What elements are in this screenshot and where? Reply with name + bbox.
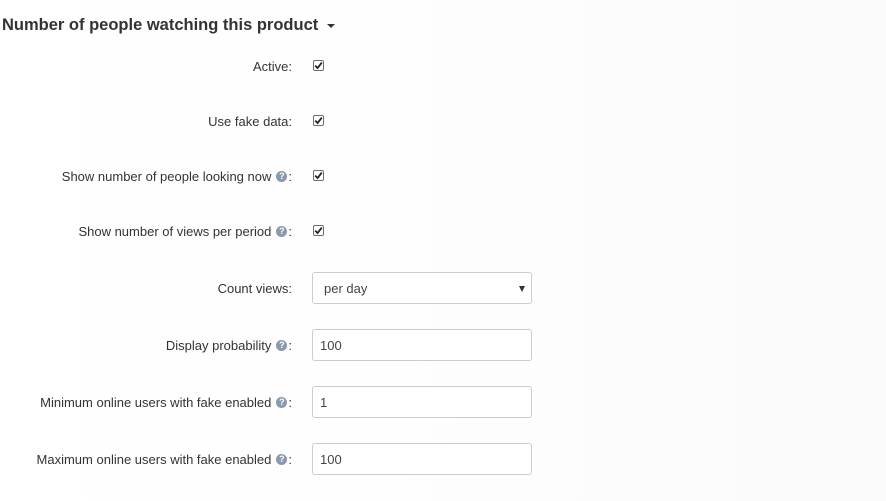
label-colon: : [288, 223, 292, 239]
form-row-min-online-users: Minimum online users with fake enabled ?… [0, 386, 886, 418]
use-fake-data-label: Use fake data: [208, 105, 292, 137]
show-looking-now-checkbox[interactable] [313, 170, 324, 181]
count-views-label-text: Count views: [217, 280, 292, 296]
label-colon: : [288, 394, 292, 410]
max-online-users-label: Maximum online users with fake enabled ?… [37, 443, 292, 475]
form-row-use-fake-data: Use fake data: [0, 105, 886, 137]
label-colon: : [288, 337, 292, 353]
form-row-max-online-users: Maximum online users with fake enabled ?… [0, 443, 886, 475]
show-views-label-text: Show number of views per period [78, 223, 272, 239]
min-online-users-label-text: Minimum online users with fake enabled [40, 394, 272, 410]
section-title: Number of people watching this product [2, 15, 319, 34]
count-views-label: Count views: [218, 272, 292, 304]
min-online-users-input[interactable]: 1 [312, 386, 532, 418]
max-online-users-label-text: Maximum online users with fake enabled [36, 451, 272, 467]
form-row-active: Active: [0, 50, 886, 82]
checkmark-icon [314, 117, 323, 125]
count-views-selected-value: per day [324, 280, 368, 296]
show-views-label: Show number of views per period ? : [78, 215, 292, 247]
question-circle-icon[interactable]: ? [276, 453, 288, 465]
max-online-users-input[interactable]: 100 [312, 443, 532, 475]
checkmark-icon [314, 62, 323, 70]
min-online-users-label: Minimum online users with fake enabled ?… [40, 386, 292, 418]
display-probability-label: Display probability ? : [166, 329, 292, 361]
form-row-display-probability: Display probability ? : 100 [0, 329, 886, 361]
label-colon: : [288, 168, 292, 184]
label-colon: : [288, 451, 292, 467]
form-row-show-looking-now: Show number of people looking now ? : [0, 160, 886, 192]
display-probability-value: 100 [320, 337, 342, 353]
checkmark-icon [314, 172, 323, 180]
active-label-text: Active: [252, 58, 292, 74]
display-probability-label-text: Display probability [165, 337, 272, 353]
question-circle-icon[interactable]: ? [276, 339, 288, 351]
show-views-checkbox[interactable] [313, 225, 324, 236]
form-row-show-views-per-period: Show number of views per period ? : [0, 215, 886, 247]
dropdown-arrow-icon[interactable] [519, 286, 525, 292]
question-circle-icon[interactable]: ? [276, 396, 288, 408]
question-circle-icon[interactable]: ? [276, 225, 288, 237]
display-probability-input[interactable]: 100 [312, 329, 532, 361]
min-online-users-value: 1 [320, 394, 328, 410]
use-fake-data-label-text: Use fake data: [208, 113, 292, 129]
caret-down-icon[interactable] [327, 24, 336, 28]
checkmark-icon [314, 227, 323, 235]
section-header[interactable]: Number of people watching this product [2, 13, 336, 37]
form-row-count-views: Count views: per day [0, 272, 886, 304]
use-fake-data-checkbox[interactable] [313, 115, 324, 126]
active-label: Active: [253, 50, 292, 82]
question-circle-icon[interactable]: ? [276, 170, 288, 182]
settings-panel: Number of people watching this product A… [0, 0, 886, 501]
count-views-select[interactable]: per day [312, 272, 532, 304]
active-checkbox[interactable] [313, 60, 324, 71]
max-online-users-value: 100 [320, 451, 342, 467]
show-looking-now-label-text: Show number of people looking now [61, 168, 272, 184]
show-looking-now-label: Show number of people looking now ? : [62, 160, 292, 192]
